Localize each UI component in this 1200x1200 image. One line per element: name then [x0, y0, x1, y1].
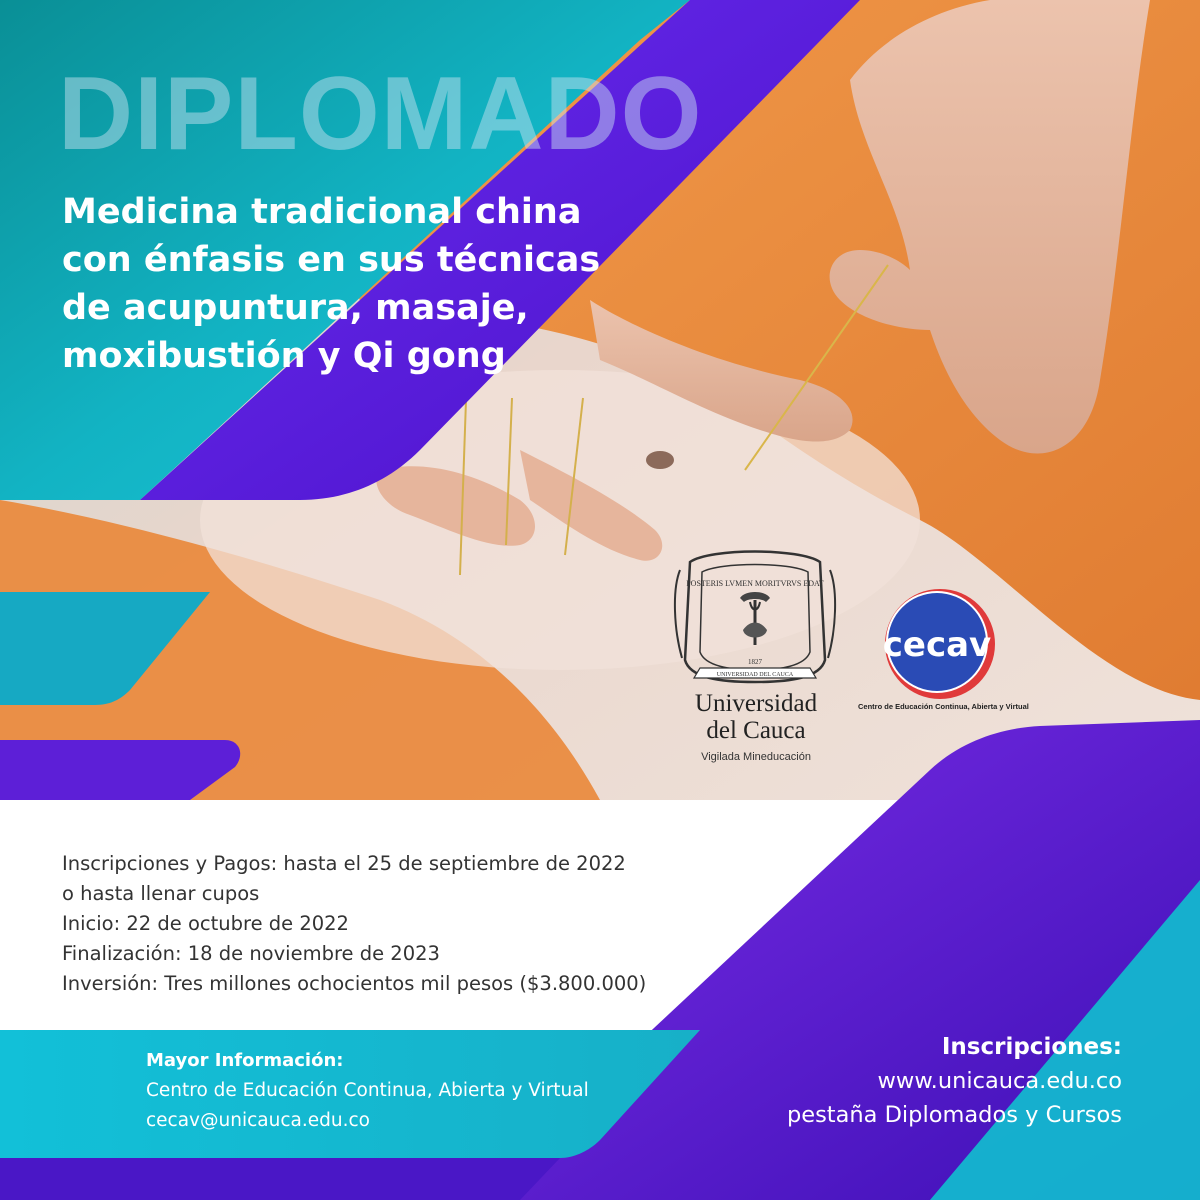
signup-heading: Inscripciones: [941, 1034, 1122, 1060]
cecav-logo: cecav [883, 589, 995, 699]
seal-motto: POSTERIS LVMEN MORITVRVS EDAT [686, 579, 824, 588]
signup-info: Inscripciones: www.unicauca.edu.co pesta… [662, 1030, 1122, 1132]
decorative-shapes [0, 0, 1200, 1200]
unicauca-name-line: Universidad [694, 690, 818, 717]
contact-heading: Mayor Información: [146, 1050, 344, 1071]
course-title-line: con énfasis en sus técnicas [62, 240, 601, 280]
poster: DIPLOMADO Medicina tradicional china con… [0, 0, 1200, 1200]
seal-banner: UNIVERSIDAD DEL CAUCA [717, 672, 794, 678]
details-line: Inicio: 22 de octubre de 2022 [62, 912, 349, 935]
signup-url[interactable]: www.unicauca.edu.co [662, 1064, 1122, 1098]
cecav-mark-text: cecav [883, 625, 991, 665]
signup-note: pestaña Diplomados y Cursos [786, 1102, 1122, 1128]
unicauca-name: Universidad del Cauca [676, 690, 836, 744]
seal-year: 1827 [748, 658, 763, 666]
cecav-caption: Centro de Educación Continua, Abierta y … [858, 702, 1029, 711]
course-title-line: Medicina tradicional china [62, 192, 582, 232]
details-line: Inversión: Tres millones ochocientos mil… [62, 972, 647, 995]
unicauca-name-line: del Cauca [706, 717, 806, 744]
unicauca-tagline: Vigilada Mineducación [701, 751, 811, 763]
contact-info: Mayor Información: Centro de Educación C… [146, 1046, 666, 1136]
contact-email[interactable]: cecav@unicauca.edu.co [146, 1106, 666, 1136]
course-title-line: de acupuntura, masaje, [62, 288, 529, 328]
course-details: Inscripciones y Pagos: hasta el 25 de se… [62, 849, 702, 999]
details-line: Inscripciones y Pagos: hasta el 25 de se… [62, 852, 626, 875]
contact-org: Centro de Educación Continua, Abierta y … [146, 1080, 589, 1101]
course-title-line: moxibustión y Qi gong [62, 336, 506, 376]
course-title: Medicina tradicional china con énfasis e… [62, 188, 622, 380]
headline-diplomado: DIPLOMADO [58, 56, 703, 172]
details-line: Finalización: 18 de noviembre de 2023 [62, 942, 440, 965]
details-line: o hasta llenar cupos [62, 882, 260, 905]
